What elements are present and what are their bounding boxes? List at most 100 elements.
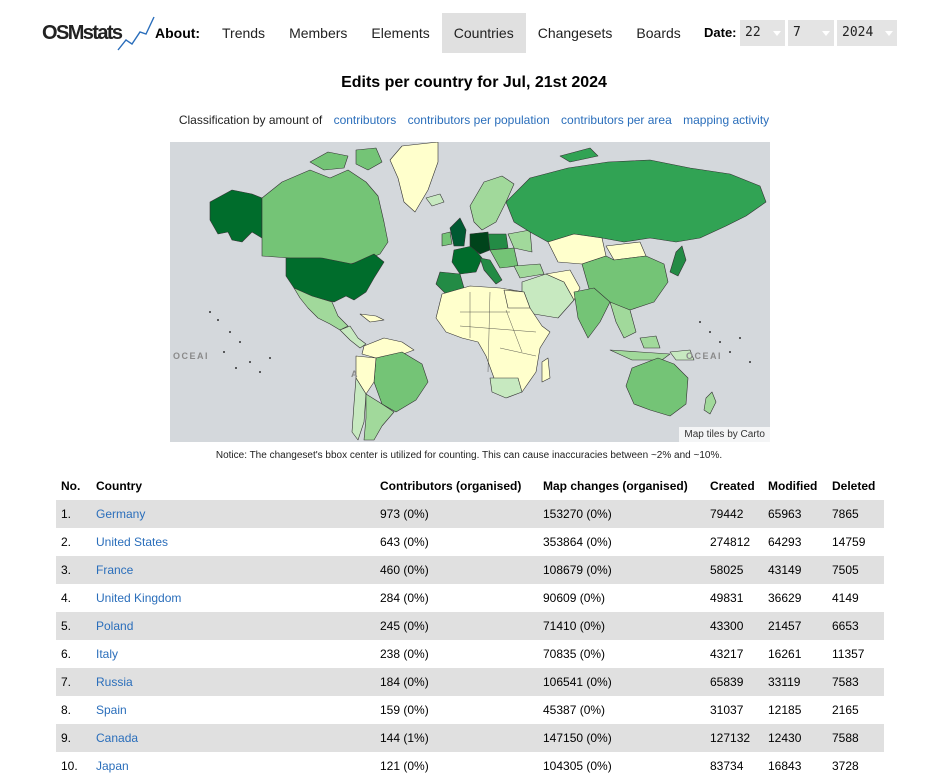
deleted-cell: 7865 bbox=[827, 500, 884, 528]
deleted-cell: 7505 bbox=[827, 556, 884, 584]
classify-contributors-per-area-link[interactable]: contributors per area bbox=[561, 113, 672, 127]
country-link[interactable]: Italy bbox=[96, 647, 118, 661]
year-value: 2024 bbox=[842, 25, 874, 40]
nav-changesets[interactable]: Changesets bbox=[526, 13, 625, 53]
trend-line-icon bbox=[117, 16, 155, 51]
table-row: 8. Spain 159 (0%) 45387 (0%) 31037 12185 2165 bbox=[56, 696, 884, 724]
country-link[interactable]: United States bbox=[96, 535, 168, 549]
table-row: 6. Italy 238 (0%) 70835 (0%) 43217 16261 11357 bbox=[56, 640, 884, 668]
classify-mapping-activity-link[interactable]: mapping activity bbox=[683, 113, 769, 127]
rank-cell: 3. bbox=[56, 556, 91, 584]
map-changes-cell: 104305 (0%) bbox=[543, 759, 612, 773]
col-header-deleted[interactable]: Deleted bbox=[827, 472, 884, 500]
country-link[interactable]: Germany bbox=[96, 507, 145, 521]
modified-cell: 12430 bbox=[763, 724, 827, 752]
map-changes-cell: 153270 (0%) bbox=[538, 500, 705, 528]
created-cell: 65839 bbox=[705, 668, 763, 696]
map-changes-cell: 353864 (0%) bbox=[543, 535, 612, 549]
country-link[interactable]: France bbox=[96, 563, 133, 577]
country-cell: Germany bbox=[91, 500, 375, 528]
contributors-cell: 973 (0%) bbox=[375, 500, 538, 528]
rank-cell: 8. bbox=[61, 703, 72, 717]
contributors-cell: 284 (0%) bbox=[380, 591, 429, 605]
nav-countries[interactable]: Countries bbox=[441, 13, 526, 53]
country-cell: Japan bbox=[91, 752, 375, 777]
rank-cell: 5. bbox=[56, 612, 91, 640]
col-header-modified[interactable]: Modified bbox=[763, 472, 827, 500]
country-link[interactable]: Russia bbox=[96, 675, 133, 689]
created-cell: 127132 bbox=[705, 724, 763, 752]
modified-cell: 36629 bbox=[768, 591, 802, 605]
table-row: 4. United Kingdom 284 (0%) 90609 (0%) 49831 3… bbox=[56, 584, 884, 612]
contributors-cell: 245 (0%) bbox=[375, 612, 538, 640]
col-header-no[interactable]: No. bbox=[56, 472, 91, 500]
deleted-cell: 7588 bbox=[827, 724, 884, 752]
ocean-label-pacific-east: OCEAI bbox=[686, 351, 722, 361]
chevron-down-icon bbox=[885, 31, 893, 36]
map-changes-cell: 147150 (0%) bbox=[538, 724, 705, 752]
rank-cell: 1. bbox=[56, 500, 91, 528]
nav-trends[interactable]: Trends bbox=[210, 13, 277, 53]
country-cell: Russia bbox=[91, 668, 375, 696]
japan-shape bbox=[669, 245, 687, 277]
contributors-cell: 643 (0%) bbox=[380, 535, 429, 549]
created-cell: 83734 bbox=[710, 759, 744, 773]
map-changes-cell: 108679 (0%) bbox=[538, 556, 705, 584]
col-header-map-changes[interactable]: Map changes (organised) bbox=[538, 472, 705, 500]
col-header-contributors[interactable]: Contributors (organised) bbox=[375, 472, 538, 500]
classification-bar: Classification by amount of contributors… bbox=[0, 113, 948, 127]
country-cell: France bbox=[91, 556, 375, 584]
country-link[interactable]: Canada bbox=[96, 731, 138, 745]
nav-elements[interactable]: Elements bbox=[359, 13, 441, 53]
modified-cell: 16843 bbox=[768, 759, 802, 773]
deleted-cell: 11357 bbox=[832, 647, 865, 661]
ireland-shape bbox=[441, 231, 453, 247]
classify-contributors-per-population-link[interactable]: contributors per population bbox=[408, 113, 550, 127]
date-label: Date: bbox=[704, 25, 737, 40]
country-link[interactable]: Japan bbox=[96, 759, 129, 773]
table-row: 2. United States 643 (0%) 353864 (0%) 274812… bbox=[56, 528, 884, 556]
col-header-created[interactable]: Created bbox=[705, 472, 763, 500]
chevron-down-icon bbox=[822, 31, 830, 36]
contributors-cell: 144 (1%) bbox=[375, 724, 538, 752]
deleted-cell: 2165 bbox=[832, 703, 859, 717]
modified-cell: 12185 bbox=[768, 703, 802, 717]
map-changes-cell: 90609 (0%) bbox=[543, 591, 606, 605]
table-row: 5. Poland 245 (0%) 71410 (0%) 43300 21457 6653 bbox=[56, 612, 884, 640]
madagascar-shape bbox=[541, 357, 551, 383]
nav-boards[interactable]: Boards bbox=[624, 13, 692, 53]
created-cell: 43300 bbox=[705, 612, 763, 640]
deleted-cell: 14759 bbox=[832, 535, 866, 549]
created-cell: 58025 bbox=[705, 556, 763, 584]
map-changes-cell: 70835 (0%) bbox=[543, 647, 606, 661]
rank-cell: 10. bbox=[61, 759, 78, 773]
logo-text: OSMstats bbox=[42, 22, 123, 44]
country-link[interactable]: Spain bbox=[96, 703, 127, 717]
page-title: Edits per country for Jul, 21st 2024 bbox=[341, 74, 607, 91]
map-attribution: Map tiles by Carto bbox=[679, 427, 770, 442]
osmstats-logo[interactable]: OSMstats bbox=[42, 14, 156, 52]
classify-contributors-link[interactable]: contributors bbox=[334, 113, 397, 127]
countries-table: No. Country Contributors (organised) Map… bbox=[56, 472, 884, 777]
created-cell: 43217 bbox=[710, 647, 744, 661]
poland-shape bbox=[487, 233, 509, 251]
country-cell: United Kingdom bbox=[91, 584, 375, 612]
month-value: 7 bbox=[793, 25, 801, 40]
ocean-label-atlantic: A bbox=[351, 369, 359, 379]
about-label[interactable]: About: bbox=[155, 25, 200, 41]
country-cell: Spain bbox=[91, 696, 375, 724]
country-link[interactable]: Poland bbox=[96, 619, 133, 633]
country-cell: Poland bbox=[91, 612, 375, 640]
contributors-cell: 238 (0%) bbox=[380, 647, 429, 661]
country-link[interactable]: United Kingdom bbox=[96, 591, 181, 605]
country-cell: Canada bbox=[91, 724, 375, 752]
col-header-country[interactable]: Country bbox=[91, 472, 375, 500]
nav-members[interactable]: Members bbox=[277, 13, 359, 53]
contributors-cell: 460 (0%) bbox=[375, 556, 538, 584]
table-body: 1. Germany 973 (0%) 153270 (0%) 79442 65963 78… bbox=[56, 500, 884, 777]
day-select[interactable]: 22 bbox=[740, 20, 785, 46]
classification-label: Classification by amount of bbox=[178, 113, 323, 127]
month-select[interactable]: 7 bbox=[788, 20, 834, 46]
year-select[interactable]: 2024 bbox=[837, 20, 897, 46]
choropleth-world-map[interactable]: OCEAI OCEAI A Map tiles by Carto bbox=[170, 142, 770, 442]
